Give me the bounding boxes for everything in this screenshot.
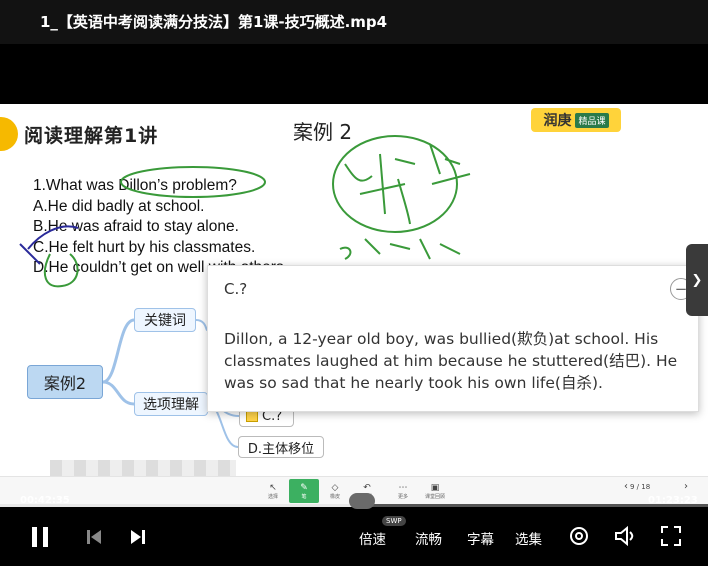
prev-page-icon[interactable]: ‹	[624, 481, 628, 492]
question-stem: 1.What was Dillon’s problem?	[33, 177, 237, 194]
total-time: 01:23:23	[648, 495, 698, 506]
quality-button[interactable]: 流畅	[415, 528, 442, 548]
subtitle-button[interactable]: 字幕	[467, 528, 494, 548]
lesson-title-text: 阅读理解第1讲	[24, 124, 159, 147]
elapsed-time: 00:42:35	[20, 495, 70, 506]
eraser-icon: ◇	[331, 482, 339, 493]
fullscreen-icon[interactable]	[660, 525, 682, 547]
lesson-title: 阅读理解第1讲	[0, 117, 159, 151]
toolbar-pen[interactable]: ✎ 笔	[289, 479, 319, 503]
speed-badge: SWP	[382, 516, 406, 526]
toolbar-select[interactable]: ↖ 选择	[258, 479, 288, 503]
settings-icon[interactable]	[568, 525, 590, 547]
option-c: C.He felt hurt by his classmates.	[33, 238, 256, 256]
toolbar-more[interactable]: ⋯ 更多	[388, 479, 418, 503]
episodes-button[interactable]: 选集	[515, 528, 542, 548]
next-page-icon[interactable]: ›	[684, 481, 688, 492]
side-panel-toggle[interactable]: ❯	[686, 244, 708, 316]
mindmap-keywords-node: 关键词	[134, 308, 196, 332]
classroom-icon: ▣	[430, 482, 440, 493]
video-title: 1_【英语中考阅读满分技法】第1课-技巧概述.mp4	[0, 0, 708, 44]
progress-thumb[interactable]	[348, 493, 375, 509]
mindmap-center-node: 案例2	[27, 365, 103, 399]
cursor-icon: ↖	[269, 482, 277, 493]
note-popup[interactable]: C.? − Dillon, a 12-year old boy, was bul…	[207, 265, 699, 412]
brand-tag: 精品课	[575, 112, 609, 128]
slide-canvas: 阅读理解第1讲 案例 2 润庚 精品课 1.What was Dillon’s …	[0, 104, 708, 504]
option-a: A.He did badly at school.	[33, 197, 205, 215]
case-title: 案例 2	[293, 120, 353, 144]
pen-icon: ✎	[300, 482, 308, 493]
mindmap-option-analysis-node: 选项理解	[134, 392, 208, 416]
previous-icon[interactable]	[86, 529, 102, 545]
pause-icon[interactable]	[30, 526, 50, 548]
volume-icon[interactable]	[614, 525, 638, 547]
page-indicator: 9 / 18	[630, 483, 651, 491]
mindmap-option-d-node: D.主体移位	[238, 436, 324, 458]
next-icon[interactable]	[130, 529, 146, 545]
player-controls: 00:42:35 01:23:23 SWP 倍速 流畅 字幕 选集	[0, 493, 708, 566]
undo-icon: ↶	[363, 482, 371, 493]
more-icon: ⋯	[398, 482, 408, 493]
title-accent-bar	[0, 117, 18, 151]
question-block: 1.What was Dillon’s problem? A.He did ba…	[33, 176, 288, 279]
brand-logo: 润庚 精品课	[531, 108, 621, 132]
chevron-right-icon: ❯	[691, 272, 703, 288]
option-b: B.He was afraid to stay alone.	[33, 218, 239, 235]
toolbar-eraser[interactable]: ◇ 橡皮	[320, 479, 350, 503]
speed-button[interactable]: 倍速	[359, 528, 386, 548]
toolbar-classroom[interactable]: ▣ 课堂回顾	[420, 479, 450, 503]
note-popup-body: Dillon, a 12-year old boy, was bullied(欺…	[224, 330, 678, 392]
note-popup-title: C.?	[224, 280, 248, 298]
brand-name: 润庚	[543, 113, 572, 129]
